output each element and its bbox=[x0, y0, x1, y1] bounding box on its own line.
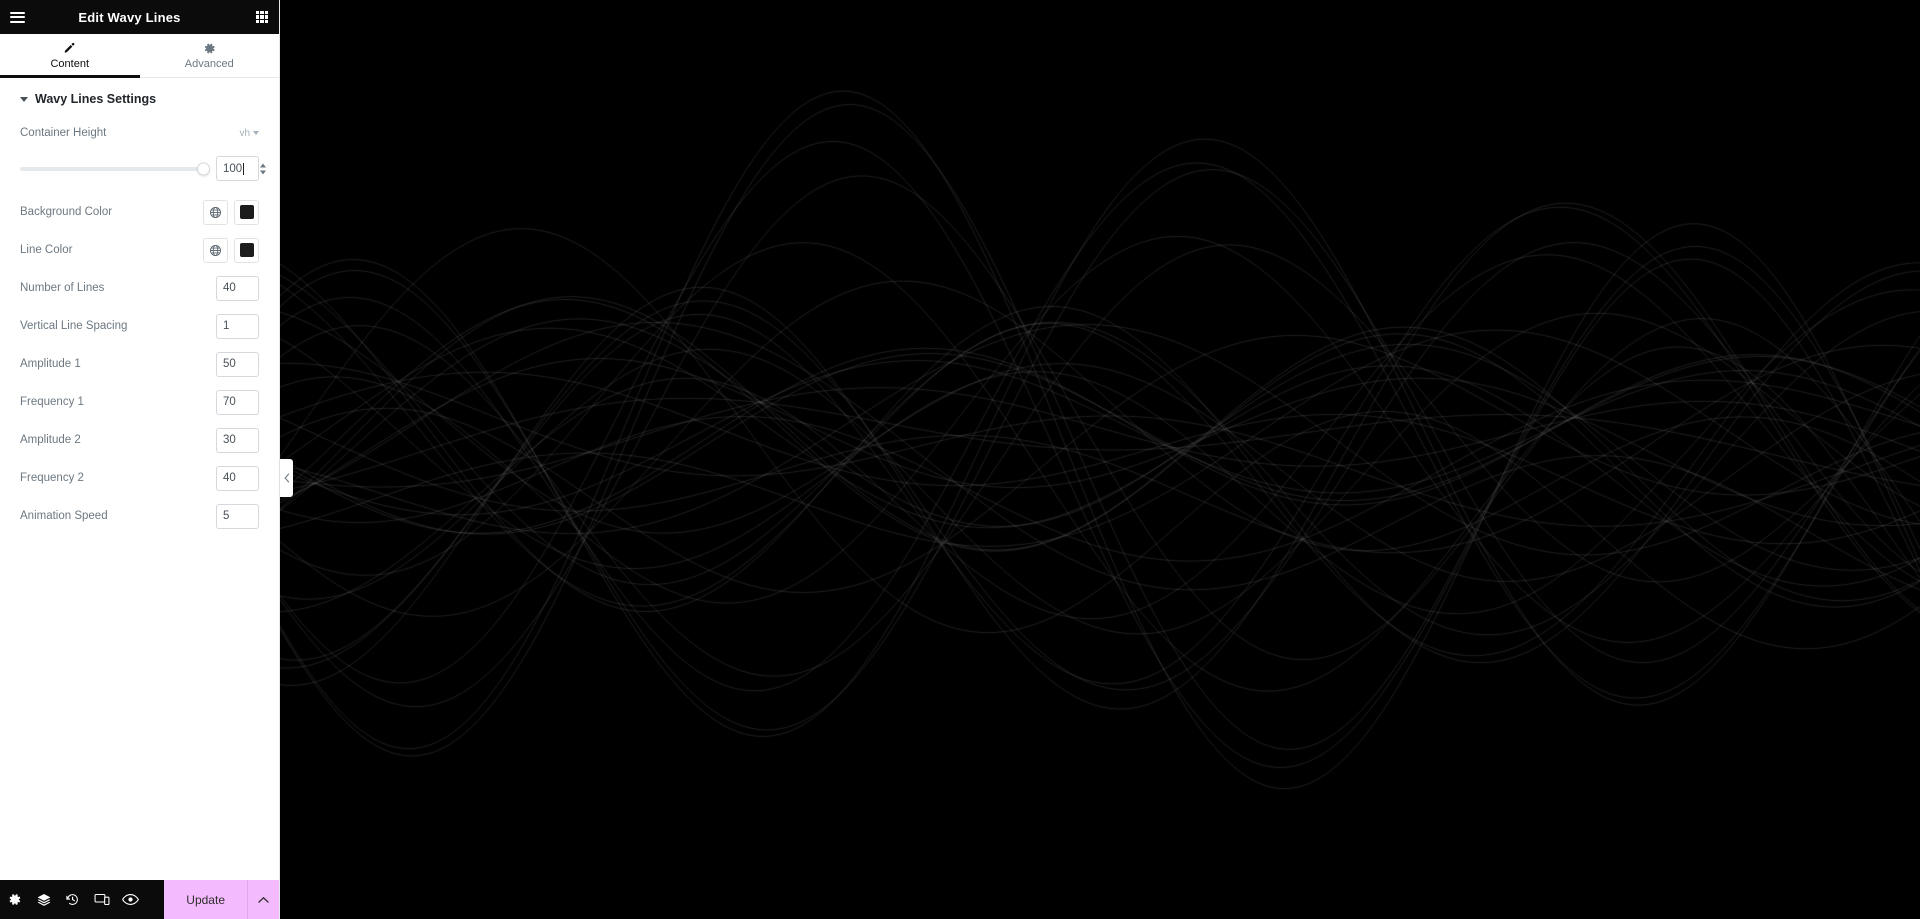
container-height-label: Container Height bbox=[20, 127, 107, 139]
container-height-slider-row: 100 bbox=[20, 156, 266, 181]
tab-advanced-label: Advanced bbox=[184, 58, 234, 70]
amplitude-2-input[interactable]: 30 bbox=[216, 427, 259, 453]
control-amplitude-1: Amplitude 1 50 bbox=[20, 349, 259, 379]
hamburger-menu-button[interactable] bbox=[0, 0, 34, 34]
chevron-left-icon bbox=[283, 473, 289, 483]
control-container-height: Container Height vh bbox=[20, 118, 259, 148]
gear-icon bbox=[204, 43, 215, 54]
frequency-2-label: Frequency 2 bbox=[20, 472, 84, 484]
control-animation-speed: Animation Speed 5 bbox=[20, 501, 259, 531]
panel-tabs: Content Advanced bbox=[0, 34, 279, 78]
responsive-mode-button[interactable] bbox=[87, 880, 116, 919]
line-color-swatch-button[interactable] bbox=[234, 237, 259, 263]
amplitude-1-input[interactable]: 50 bbox=[216, 351, 259, 377]
history-revisions-icon bbox=[66, 894, 78, 905]
background-color-swatch-button[interactable] bbox=[234, 199, 259, 225]
panel-collapse-handle[interactable] bbox=[280, 459, 293, 497]
history-button[interactable] bbox=[58, 880, 87, 919]
wavy-lines-visual bbox=[280, 0, 1920, 919]
container-height-stepper[interactable] bbox=[260, 163, 266, 174]
editor-root: Edit Wavy Lines Content Advanced Wavy Li… bbox=[0, 0, 1920, 919]
frequency-2-input[interactable]: 40 bbox=[216, 465, 259, 491]
text-cursor bbox=[243, 162, 245, 175]
line-color-label: Line Color bbox=[20, 244, 73, 256]
control-number-of-lines: Number of Lines 40 bbox=[20, 273, 259, 303]
animation-speed-label: Animation Speed bbox=[20, 510, 108, 522]
hamburger-icon bbox=[9, 11, 25, 23]
control-frequency-2: Frequency 2 40 bbox=[20, 463, 259, 493]
preview-canvas[interactable]: Navigator ✕ Container Wa bbox=[280, 0, 1920, 919]
apps-grid-button[interactable] bbox=[245, 0, 279, 34]
layers-icon bbox=[37, 893, 50, 906]
number-of-lines-input[interactable]: 40 bbox=[216, 275, 259, 301]
tab-content-label: Content bbox=[50, 58, 90, 70]
tab-content[interactable]: Content bbox=[0, 34, 140, 78]
globe-icon bbox=[210, 206, 221, 218]
update-button[interactable]: Update bbox=[164, 880, 247, 919]
amplitude-1-label: Amplitude 1 bbox=[20, 358, 81, 370]
controls-list: Container Height vh 100 Background Color… bbox=[0, 118, 279, 559]
control-line-color: Line Color bbox=[20, 235, 259, 265]
container-height-slider[interactable] bbox=[20, 162, 210, 175]
vertical-line-spacing-input[interactable]: 1 bbox=[216, 313, 259, 339]
line-color-global-button[interactable] bbox=[203, 237, 228, 263]
update-group: Update bbox=[164, 880, 279, 919]
settings-gear-button[interactable] bbox=[0, 880, 29, 919]
line-color-controls bbox=[203, 237, 259, 263]
slider-handle[interactable] bbox=[197, 162, 210, 175]
section-header-wavy-lines-settings[interactable]: Wavy Lines Settings bbox=[0, 78, 279, 118]
settings-panel: Edit Wavy Lines Content Advanced Wavy Li… bbox=[0, 0, 280, 919]
container-height-input[interactable]: 100 bbox=[216, 156, 266, 181]
responsive-mode-icon bbox=[94, 893, 109, 906]
page-title: Edit Wavy Lines bbox=[78, 9, 181, 25]
update-options-button[interactable] bbox=[247, 880, 279, 919]
stepper-up-icon[interactable] bbox=[260, 163, 266, 167]
control-vertical-line-spacing: Vertical Line Spacing 1 bbox=[20, 311, 259, 341]
pencil-icon bbox=[64, 42, 75, 53]
chevron-up-icon bbox=[258, 896, 269, 903]
unit-selector[interactable]: vh bbox=[239, 128, 259, 139]
amplitude-2-label: Amplitude 2 bbox=[20, 434, 81, 446]
chevron-down-icon bbox=[253, 131, 259, 135]
panel-footer: Update bbox=[0, 880, 279, 919]
unit-label: vh bbox=[239, 127, 250, 139]
line-color-swatch bbox=[239, 243, 254, 257]
grid-apps-icon bbox=[255, 10, 269, 24]
layers-button[interactable] bbox=[29, 880, 58, 919]
stepper-down-icon[interactable] bbox=[260, 170, 266, 174]
control-background-color: Background Color bbox=[20, 197, 259, 227]
preview-button[interactable] bbox=[116, 880, 145, 919]
panel-body: Wavy Lines Settings Container Height vh bbox=[0, 78, 279, 880]
control-frequency-1: Frequency 1 70 bbox=[20, 387, 259, 417]
panel-header: Edit Wavy Lines bbox=[0, 0, 279, 34]
settings-gear-icon bbox=[9, 894, 21, 905]
vertical-line-spacing-label: Vertical Line Spacing bbox=[20, 320, 128, 332]
section-title: Wavy Lines Settings bbox=[35, 92, 157, 106]
globe-icon bbox=[210, 244, 221, 256]
background-color-global-button[interactable] bbox=[203, 199, 228, 225]
background-color-swatch bbox=[239, 205, 254, 219]
animation-speed-input[interactable]: 5 bbox=[216, 503, 259, 529]
frequency-1-input[interactable]: 70 bbox=[216, 389, 259, 415]
preview-eye-icon bbox=[122, 894, 139, 905]
number-of-lines-label: Number of Lines bbox=[20, 282, 105, 294]
tab-advanced[interactable]: Advanced bbox=[140, 34, 280, 78]
chevron-down-icon bbox=[20, 96, 28, 102]
container-height-value: 100 bbox=[223, 162, 243, 175]
background-color-label: Background Color bbox=[20, 206, 113, 218]
frequency-1-label: Frequency 1 bbox=[20, 396, 84, 408]
control-amplitude-2: Amplitude 2 30 bbox=[20, 425, 259, 455]
background-color-controls bbox=[203, 199, 259, 225]
